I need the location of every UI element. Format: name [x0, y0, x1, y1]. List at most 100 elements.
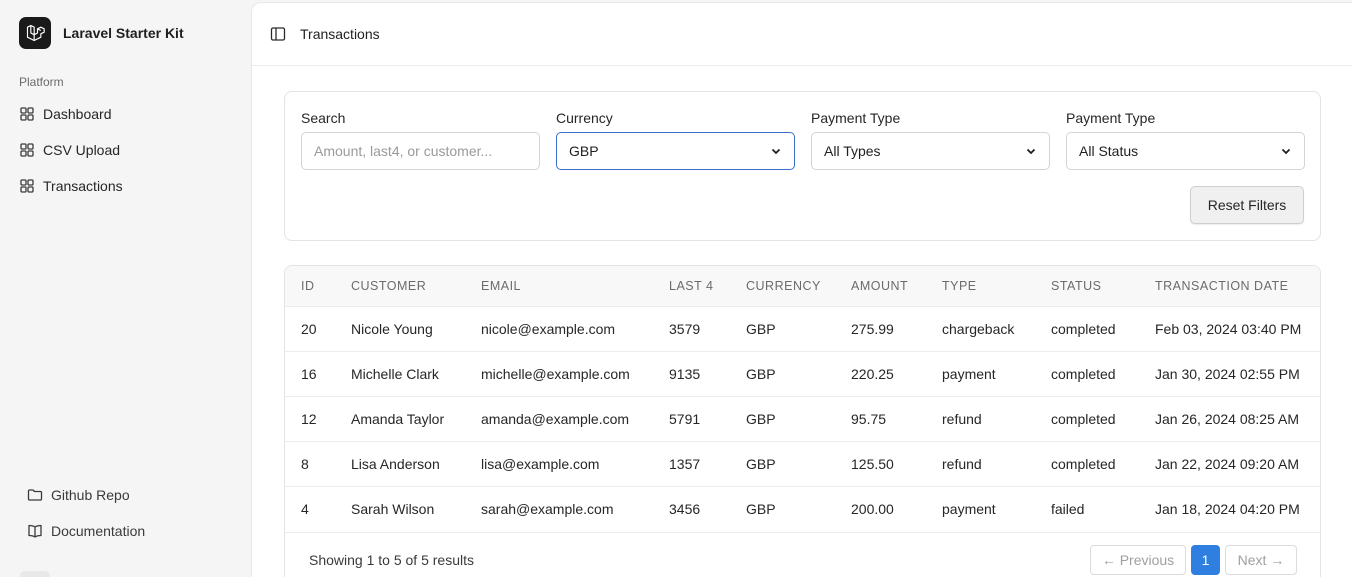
cell-last4: 5791: [653, 395, 730, 441]
laravel-logo-icon: [19, 17, 51, 49]
sidebar-item-label: Dashboard: [43, 106, 112, 122]
nav-group-label: Platform: [19, 75, 64, 89]
table-row: 20 Nicole Young nicole@example.com 3579 …: [285, 305, 1320, 351]
cell-customer: Lisa Anderson: [335, 440, 465, 486]
column-header: TRANSACTION DATE: [1155, 278, 1289, 293]
cell-currency: GBP: [730, 440, 835, 486]
cell-last4: 9135: [653, 350, 730, 396]
cell-type: payment: [926, 350, 1035, 396]
cell-amount: 275.99: [835, 305, 926, 351]
cell-currency: GBP: [730, 485, 835, 531]
sidebar-link-github-repo[interactable]: Github Repo: [27, 487, 130, 503]
cell-type: chargeback: [926, 305, 1035, 351]
cell-email: michelle@example.com: [465, 350, 653, 396]
layout-grid-icon: [19, 178, 35, 194]
layout-grid-icon: [19, 142, 35, 158]
cell-currency: GBP: [730, 395, 835, 441]
cell-customer: Michelle Clark: [335, 350, 465, 396]
results-summary: Showing 1 to 5 of 5 results: [309, 552, 474, 568]
column-header: LAST 4: [669, 278, 714, 293]
cell-last4: 3456: [653, 485, 730, 531]
book-open-icon: [27, 523, 43, 539]
table-row: 8 Lisa Anderson lisa@example.com 1357 GB…: [285, 440, 1320, 486]
cell-status: failed: [1035, 485, 1139, 531]
cell-type: refund: [926, 395, 1035, 441]
breadcrumb[interactable]: Transactions: [300, 26, 380, 42]
cell-currency: GBP: [730, 350, 835, 396]
cell-date: Jan 26, 2024 08:25 AM: [1139, 395, 1320, 441]
cell-status: completed: [1035, 395, 1139, 441]
header: Transactions: [252, 3, 1352, 66]
cell-email: amanda@example.com: [465, 395, 653, 441]
cell-email: sarah@example.com: [465, 485, 653, 531]
column-header: ID: [301, 278, 315, 293]
table-row: 12 Amanda Taylor amanda@example.com 5791…: [285, 395, 1320, 441]
payment-type-select[interactable]: All Types: [811, 132, 1050, 170]
sidebar-item-transactions[interactable]: Transactions: [19, 178, 123, 194]
cell-id: 20: [285, 305, 335, 351]
payment-type-label: Payment Type: [811, 110, 901, 126]
cell-customer: Sarah Wilson: [335, 485, 465, 531]
cell-date: Jan 18, 2024 04:20 PM: [1139, 485, 1320, 531]
column-header: EMAIL: [481, 278, 522, 293]
sidebar-toggle-icon[interactable]: [270, 26, 286, 42]
cell-status: completed: [1035, 305, 1139, 351]
cell-date: Jan 30, 2024 02:55 PM: [1139, 350, 1320, 396]
user-menu[interactable]: [20, 571, 50, 577]
chevron-down-icon: [1025, 145, 1037, 157]
cell-customer: Amanda Taylor: [335, 395, 465, 441]
cell-id: 4: [285, 485, 335, 531]
search-input[interactable]: Amount, last4, or customer...: [301, 132, 540, 170]
cell-customer: Nicole Young: [335, 305, 465, 351]
search-label: Search: [301, 110, 346, 126]
folder-icon: [27, 487, 43, 503]
cell-type: refund: [926, 440, 1035, 486]
cell-last4: 3579: [653, 305, 730, 351]
sidebar-item-csv-upload[interactable]: CSV Upload: [19, 142, 120, 158]
payment-type-filter: Payment Type All Types: [811, 110, 1050, 170]
page-1-button[interactable]: 1: [1191, 545, 1220, 575]
status-filter: Payment Type All Status: [1066, 110, 1305, 170]
chevron-down-icon: [1280, 145, 1292, 157]
cell-type: payment: [926, 485, 1035, 531]
chevron-down-icon: [770, 145, 782, 157]
sidebar-link-label: Documentation: [51, 523, 146, 539]
search-placeholder: Amount, last4, or customer...: [314, 143, 493, 159]
cell-email: nicole@example.com: [465, 305, 653, 351]
reset-filters-button[interactable]: Reset Filters: [1190, 186, 1304, 224]
sidebar-item-dashboard[interactable]: Dashboard: [19, 106, 112, 122]
transactions-table: ID CUSTOMER EMAIL LAST 4 CURRENCY AMOUNT…: [285, 266, 1320, 531]
cell-amount: 95.75: [835, 395, 926, 441]
currency-label: Currency: [556, 110, 613, 126]
pagination: Showing 1 to 5 of 5 results ← Previous 1…: [285, 532, 1320, 577]
previous-page-button[interactable]: ← Previous: [1090, 545, 1186, 575]
status-select[interactable]: All Status: [1066, 132, 1305, 170]
currency-value: GBP: [569, 143, 599, 159]
cell-id: 16: [285, 350, 335, 396]
cell-currency: GBP: [730, 305, 835, 351]
search-filter: Search Amount, last4, or customer...: [301, 110, 540, 170]
transactions-table-card: ID CUSTOMER EMAIL LAST 4 CURRENCY AMOUNT…: [284, 265, 1321, 577]
cell-last4: 1357: [653, 440, 730, 486]
table-row: 4 Sarah Wilson sarah@example.com 3456 GB…: [285, 485, 1320, 531]
column-header: STATUS: [1051, 278, 1102, 293]
table-row: 16 Michelle Clark michelle@example.com 9…: [285, 350, 1320, 396]
cell-date: Jan 22, 2024 09:20 AM: [1139, 440, 1320, 486]
sidebar-link-documentation[interactable]: Documentation: [27, 523, 145, 539]
sidebar-item-label: CSV Upload: [43, 142, 121, 158]
cell-amount: 125.50: [835, 440, 926, 486]
status-label: Payment Type: [1066, 110, 1156, 126]
brand[interactable]: Laravel Starter Kit: [19, 17, 184, 49]
main-content: Transactions Search Amount, last4, or cu…: [251, 2, 1352, 577]
layout-grid-icon: [19, 106, 35, 122]
cell-id: 8: [285, 440, 335, 486]
cell-amount: 220.25: [835, 350, 926, 396]
column-header: TYPE: [942, 278, 977, 293]
sidebar: Laravel Starter Kit Platform Dashboard C…: [0, 0, 250, 577]
payment-type-value: All Types: [824, 143, 881, 159]
column-header: AMOUNT: [851, 278, 909, 293]
currency-select[interactable]: GBP: [556, 132, 795, 170]
cell-email: lisa@example.com: [465, 440, 653, 486]
next-page-button[interactable]: Next →: [1225, 545, 1297, 575]
cell-status: completed: [1035, 440, 1139, 486]
